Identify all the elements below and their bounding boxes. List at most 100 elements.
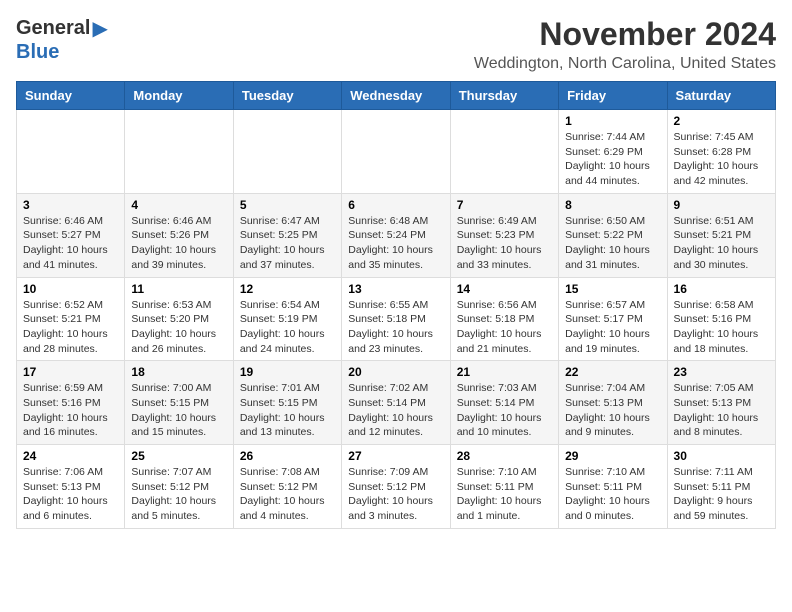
calendar-cell: 3 Sunrise: 6:46 AMSunset: 5:27 PMDaylight…: [17, 193, 125, 277]
day-info: Sunrise: 6:50 AMSunset: 5:22 PMDaylight:…: [565, 214, 660, 273]
day-info: Sunrise: 6:57 AMSunset: 5:17 PMDaylight:…: [565, 298, 660, 357]
day-info: Sunrise: 7:09 AMSunset: 5:12 PMDaylight:…: [348, 465, 443, 524]
logo-general-text: General: [16, 17, 90, 40]
day-number: 20: [348, 365, 443, 379]
day-info: Sunrise: 7:01 AMSunset: 5:15 PMDaylight:…: [240, 381, 335, 440]
calendar-cell: 17 Sunrise: 6:59 AMSunset: 5:16 PMDayligh…: [17, 361, 125, 445]
calendar-cell: 11 Sunrise: 6:53 AMSunset: 5:20 PMDayligh…: [125, 277, 233, 361]
logo: General ▶ Blue: [16, 16, 108, 64]
day-number: 18: [131, 365, 226, 379]
day-info: Sunrise: 6:59 AMSunset: 5:16 PMDaylight:…: [23, 381, 118, 440]
day-of-week-header: Thursday: [450, 82, 558, 110]
day-number: 1: [565, 114, 660, 128]
header: General ▶ Blue November 2024 Weddington,…: [16, 16, 776, 73]
calendar-cell: 18 Sunrise: 7:00 AMSunset: 5:15 PMDayligh…: [125, 361, 233, 445]
day-number: 28: [457, 449, 552, 463]
calendar-cell: 4Sunrise: 6:46 AMSunset: 5:26 PMDaylight…: [125, 193, 233, 277]
calendar-cell: 13 Sunrise: 6:55 AMSunset: 5:18 PMDayligh…: [342, 277, 450, 361]
day-info: Sunrise: 6:48 AMSunset: 5:24 PMDaylight:…: [348, 214, 443, 273]
calendar-cell: 9 Sunrise: 6:51 AMSunset: 5:21 PMDaylight…: [667, 193, 775, 277]
calendar-cell: 20 Sunrise: 7:02 AMSunset: 5:14 PMDayligh…: [342, 361, 450, 445]
day-info: Sunrise: 7:05 AMSunset: 5:13 PMDaylight:…: [674, 381, 769, 440]
day-info: Sunrise: 6:55 AMSunset: 5:18 PMDaylight:…: [348, 298, 443, 357]
calendar-cell: 29Sunrise: 7:10 AMSunset: 5:11 PMDayligh…: [559, 445, 667, 529]
calendar-cell: 1 Sunrise: 7:44 AMSunset: 6:29 PMDaylight…: [559, 110, 667, 194]
day-info: Sunrise: 6:52 AMSunset: 5:21 PMDaylight:…: [23, 298, 118, 357]
day-info: Sunrise: 7:08 AMSunset: 5:12 PMDaylight:…: [240, 465, 335, 524]
day-number: 30: [674, 449, 769, 463]
title-area: November 2024 Weddington, North Carolina…: [474, 16, 776, 73]
calendar-cell: 6 Sunrise: 6:48 AMSunset: 5:24 PMDaylight…: [342, 193, 450, 277]
day-info: Sunrise: 6:53 AMSunset: 5:20 PMDaylight:…: [131, 298, 226, 357]
calendar-cell: 24Sunrise: 7:06 AMSunset: 5:13 PMDayligh…: [17, 445, 125, 529]
day-number: 19: [240, 365, 335, 379]
calendar-cell: 14 Sunrise: 6:56 AMSunset: 5:18 PMDayligh…: [450, 277, 558, 361]
day-of-week-header: Saturday: [667, 82, 775, 110]
day-info: Sunrise: 6:51 AMSunset: 5:21 PMDaylight:…: [674, 214, 769, 273]
calendar-cell: 26 Sunrise: 7:08 AMSunset: 5:12 PMDayligh…: [233, 445, 341, 529]
day-number: 23: [674, 365, 769, 379]
day-info: Sunrise: 7:11 AMSunset: 5:11 PMDaylight:…: [674, 465, 769, 524]
calendar-cell: 28 Sunrise: 7:10 AMSunset: 5:11 PMDayligh…: [450, 445, 558, 529]
day-info: Sunrise: 7:45 AMSunset: 6:28 PMDaylight:…: [674, 130, 769, 189]
calendar-week-row: 3 Sunrise: 6:46 AMSunset: 5:27 PMDaylight…: [17, 193, 776, 277]
day-number: 2: [674, 114, 769, 128]
day-number: 15: [565, 282, 660, 296]
day-number: 5: [240, 198, 335, 212]
calendar-cell: [450, 110, 558, 194]
day-info: Sunrise: 6:56 AMSunset: 5:18 PMDaylight:…: [457, 298, 552, 357]
day-of-week-header: Tuesday: [233, 82, 341, 110]
day-info: Sunrise: 7:44 AMSunset: 6:29 PMDaylight:…: [565, 130, 660, 189]
day-number: 24: [23, 449, 118, 463]
day-number: 4: [131, 198, 226, 212]
day-info: Sunrise: 7:02 AMSunset: 5:14 PMDaylight:…: [348, 381, 443, 440]
day-of-week-header: Monday: [125, 82, 233, 110]
calendar-cell: 27Sunrise: 7:09 AMSunset: 5:12 PMDayligh…: [342, 445, 450, 529]
day-number: 14: [457, 282, 552, 296]
calendar-cell: 23 Sunrise: 7:05 AMSunset: 5:13 PMDayligh…: [667, 361, 775, 445]
calendar-week-row: 24Sunrise: 7:06 AMSunset: 5:13 PMDayligh…: [17, 445, 776, 529]
day-number: 26: [240, 449, 335, 463]
calendar-cell: [17, 110, 125, 194]
calendar-cell: 8 Sunrise: 6:50 AMSunset: 5:22 PMDaylight…: [559, 193, 667, 277]
day-number: 17: [23, 365, 118, 379]
calendar-cell: 16Sunrise: 6:58 AMSunset: 5:16 PMDayligh…: [667, 277, 775, 361]
calendar-cell: [125, 110, 233, 194]
day-number: 21: [457, 365, 552, 379]
calendar-cell: 25 Sunrise: 7:07 AMSunset: 5:12 PMDayligh…: [125, 445, 233, 529]
day-info: Sunrise: 6:54 AMSunset: 5:19 PMDaylight:…: [240, 298, 335, 357]
day-number: 10: [23, 282, 118, 296]
calendar-cell: 5 Sunrise: 6:47 AMSunset: 5:25 PMDaylight…: [233, 193, 341, 277]
calendar-cell: 21Sunrise: 7:03 AMSunset: 5:14 PMDayligh…: [450, 361, 558, 445]
day-info: Sunrise: 7:04 AMSunset: 5:13 PMDaylight:…: [565, 381, 660, 440]
day-of-week-header: Sunday: [17, 82, 125, 110]
day-of-week-header: Friday: [559, 82, 667, 110]
day-number: 6: [348, 198, 443, 212]
calendar-week-row: 1 Sunrise: 7:44 AMSunset: 6:29 PMDaylight…: [17, 110, 776, 194]
day-number: 25: [131, 449, 226, 463]
day-number: 22: [565, 365, 660, 379]
day-number: 12: [240, 282, 335, 296]
day-info: Sunrise: 7:00 AMSunset: 5:15 PMDaylight:…: [131, 381, 226, 440]
day-info: Sunrise: 6:47 AMSunset: 5:25 PMDaylight:…: [240, 214, 335, 273]
day-info: Sunrise: 6:46 AMSunset: 5:27 PMDaylight:…: [23, 214, 118, 273]
day-number: 8: [565, 198, 660, 212]
calendar-cell: 12 Sunrise: 6:54 AMSunset: 5:19 PMDayligh…: [233, 277, 341, 361]
day-number: 3: [23, 198, 118, 212]
day-number: 11: [131, 282, 226, 296]
calendar-week-row: 10 Sunrise: 6:52 AMSunset: 5:21 PMDayligh…: [17, 277, 776, 361]
day-info: Sunrise: 6:49 AMSunset: 5:23 PMDaylight:…: [457, 214, 552, 273]
calendar-cell: 15 Sunrise: 6:57 AMSunset: 5:17 PMDayligh…: [559, 277, 667, 361]
calendar-cell: [342, 110, 450, 194]
calendar-cell: 2 Sunrise: 7:45 AMSunset: 6:28 PMDaylight…: [667, 110, 775, 194]
calendar-header-row: SundayMondayTuesdayWednesdayThursdayFrid…: [17, 82, 776, 110]
day-number: 13: [348, 282, 443, 296]
day-info: Sunrise: 7:07 AMSunset: 5:12 PMDaylight:…: [131, 465, 226, 524]
calendar-table: SundayMondayTuesdayWednesdayThursdayFrid…: [16, 81, 776, 529]
logo-bird-icon: ▶: [92, 16, 107, 41]
day-info: Sunrise: 7:10 AMSunset: 5:11 PMDaylight:…: [457, 465, 552, 524]
day-info: Sunrise: 6:58 AMSunset: 5:16 PMDaylight:…: [674, 298, 769, 357]
calendar-cell: 7Sunrise: 6:49 AMSunset: 5:23 PMDaylight…: [450, 193, 558, 277]
calendar-cell: 19 Sunrise: 7:01 AMSunset: 5:15 PMDayligh…: [233, 361, 341, 445]
day-number: 9: [674, 198, 769, 212]
